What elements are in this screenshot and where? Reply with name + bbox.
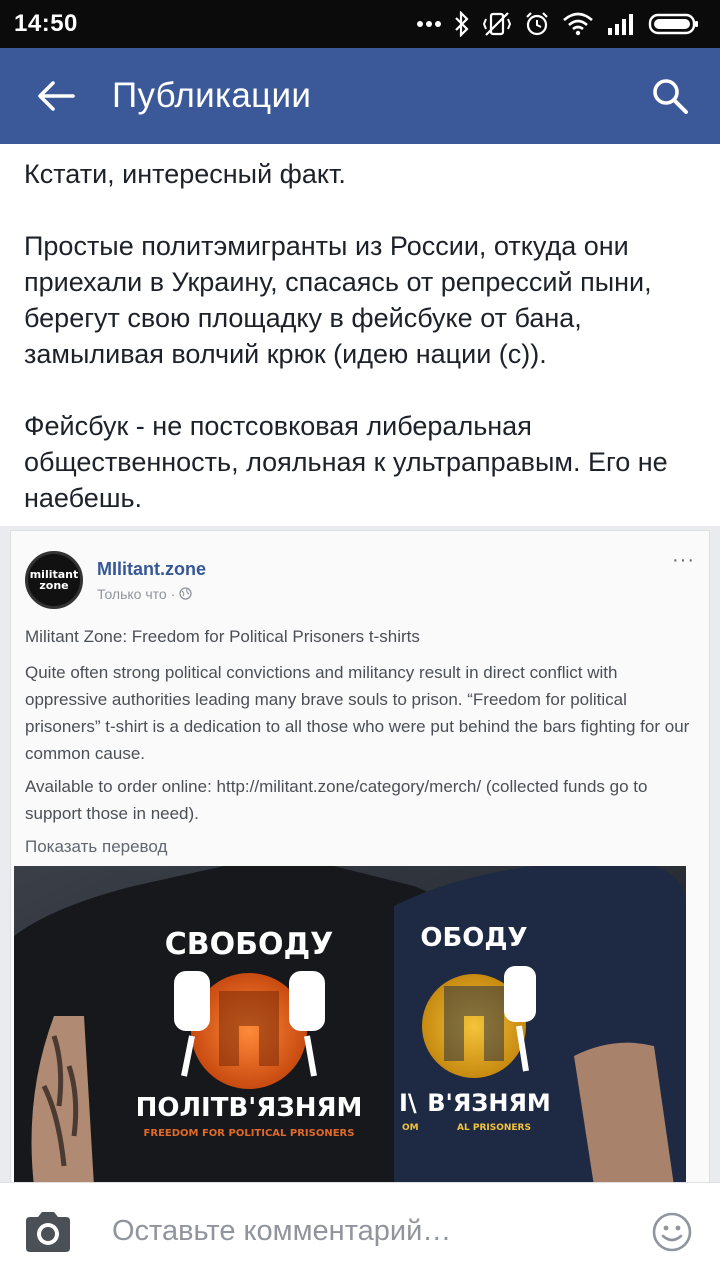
search-button[interactable]: [620, 48, 720, 144]
post-text: Кстати, интересный факт. Простые политэм…: [0, 144, 720, 516]
status-bar: 14:50: [0, 0, 720, 48]
comment-bar: [0, 1182, 720, 1280]
battery-icon: [648, 13, 698, 35]
signal-icon: [608, 14, 633, 35]
show-translation-link: Показать перевод: [25, 837, 168, 856]
shirt-right-left-fragment: I\: [399, 1089, 417, 1117]
more-options-icon: ···: [672, 549, 695, 571]
app-bar: Публикации: [0, 48, 720, 144]
post-paragraph: Кстати, интересный факт.: [24, 159, 346, 189]
tshirt-photo: СВОБОДУ ПОЛІТВ'ЯЗНЯМ FREEDOM FOR POLITIC…: [14, 866, 686, 1182]
camera-icon: [26, 1211, 70, 1252]
page-title: Публикации: [112, 76, 312, 115]
shirt-right-sub-left-fragment: OM: [402, 1123, 419, 1133]
comment-input[interactable]: [96, 1201, 624, 1262]
bluetooth-icon: [455, 11, 469, 37]
emoji-button[interactable]: [624, 1183, 720, 1281]
embedded-post-body: Quite often strong political convictions…: [25, 663, 690, 763]
embedded-post-meta: MIlitant.zone Только что ·: [97, 559, 206, 602]
embedded-post-title: Militant Zone: Freedom for Political Pri…: [25, 627, 420, 646]
post-content: Кстати, интересный факт. Простые политэм…: [0, 144, 720, 1182]
avatar: militant zone: [25, 551, 83, 609]
vibrate-icon: [482, 12, 512, 36]
embedded-post-order: Available to order online: http://milita…: [25, 773, 695, 827]
order-link: http://militant.zone/category/merch/: [216, 777, 482, 796]
back-button[interactable]: [0, 48, 112, 144]
globe-icon: [179, 587, 192, 600]
camera-button[interactable]: [0, 1183, 96, 1281]
embedded-post-time: Только что ·: [97, 586, 206, 602]
embedded-page-name: MIlitant.zone: [97, 558, 206, 579]
tshirt-photo-art: СВОБОДУ ПОЛІТВ'ЯЗНЯМ FREEDOM FOR POLITIC…: [14, 866, 686, 1182]
embedded-screenshot[interactable]: militant zone MIlitant.zone Только что ·…: [0, 526, 720, 1182]
shirt-left-top-text: СВОБОДУ: [165, 927, 334, 962]
alarm-icon: [526, 12, 548, 36]
avatar-text: militant zone: [29, 568, 79, 592]
status-icons: [416, 11, 700, 37]
status-time: 14:50: [14, 10, 78, 37]
shirt-left-sub-text: FREEDOM FOR POLITICAL PRISONERS: [144, 1128, 355, 1139]
arrow-left-icon: [38, 81, 75, 111]
embedded-time-text: Только что ·: [97, 585, 176, 602]
shirt-left-bottom-text: ПОЛІТВ'ЯЗНЯМ: [136, 1093, 363, 1123]
search-icon: [653, 79, 688, 114]
smiley-icon: [652, 1212, 692, 1251]
order-prefix: Available to order online:: [25, 777, 217, 796]
shirt-right-sub-text: AL PRISONERS: [457, 1123, 531, 1133]
embedded-post-header: militant zone MIlitant.zone Только что ·…: [25, 549, 695, 611]
shirt-right-top-text: ОБОДУ: [420, 923, 527, 953]
shirt-right-bottom-text: В'ЯЗНЯМ: [427, 1089, 551, 1117]
wifi-icon: [563, 12, 593, 36]
post-paragraph: Простые политэмигранты из России, откуда…: [24, 231, 652, 369]
post-paragraph: Фейсбук - не постсовковая либеральная об…: [24, 411, 668, 513]
more-dots-icon: [417, 21, 441, 27]
